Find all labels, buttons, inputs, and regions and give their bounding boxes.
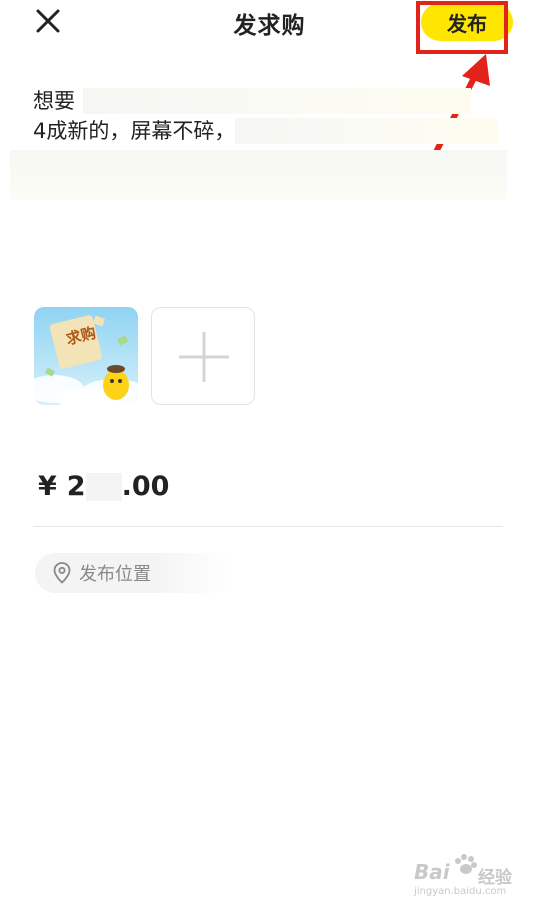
plus-icon bbox=[179, 332, 229, 382]
redacted-price bbox=[85, 472, 122, 501]
watermark-url: jingyan.baidu.com bbox=[414, 886, 507, 897]
baidu-jingyan-watermark: Bai 经验 jingyan.baidu.com bbox=[414, 852, 518, 900]
redacted-text bbox=[83, 88, 471, 114]
currency-symbol: ¥ bbox=[38, 471, 57, 502]
annotation-highlight-box bbox=[416, 1, 508, 54]
description-line-2: 4成新的，屏幕不碎， bbox=[33, 116, 511, 146]
paw-icon bbox=[455, 854, 477, 874]
description-line-2-text: 4成新的，屏幕不碎， bbox=[33, 119, 236, 143]
price-value-start: 2 bbox=[66, 471, 86, 502]
location-selector[interactable]: 发布位置 bbox=[35, 553, 235, 593]
seek-purchase-image bbox=[34, 307, 138, 405]
watermark-brand-suffix: 经验 bbox=[478, 868, 512, 888]
add-photo-button[interactable] bbox=[151, 307, 255, 405]
description-text[interactable]: 想要 4成新的，屏幕不碎， bbox=[33, 86, 511, 146]
price-value-end: .00 bbox=[121, 471, 170, 502]
redacted-text bbox=[235, 118, 498, 144]
uploaded-image-thumbnail[interactable]: 求购 bbox=[34, 307, 138, 405]
description-prefix: 想要 bbox=[33, 89, 75, 113]
watermark-brand: Bai bbox=[414, 860, 450, 884]
divider bbox=[33, 526, 503, 527]
price-field[interactable]: ¥ 2 .00 bbox=[38, 471, 169, 502]
description-line-1: 想要 bbox=[33, 86, 511, 116]
redacted-text-block bbox=[10, 150, 507, 200]
location-pin-icon bbox=[53, 562, 71, 584]
location-label: 发布位置 bbox=[79, 564, 151, 585]
